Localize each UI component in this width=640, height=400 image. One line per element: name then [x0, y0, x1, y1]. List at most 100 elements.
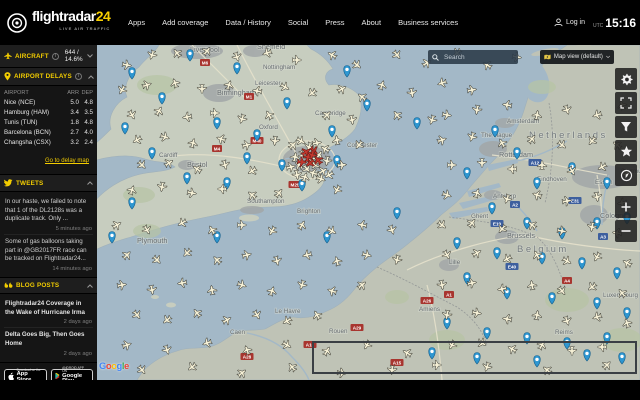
- svg-text:A29: A29: [353, 326, 362, 331]
- road-badge: A26: [421, 297, 434, 304]
- svg-text:A4: A4: [564, 279, 570, 284]
- chevron-down-icon: [87, 54, 93, 58]
- bottom-bar: [0, 380, 640, 400]
- zoom-in-button[interactable]: [615, 196, 637, 218]
- bookmarks-button[interactable]: [615, 140, 637, 162]
- funnel-icon: [620, 121, 632, 133]
- road-badge: A3: [598, 233, 608, 240]
- island: [151, 295, 159, 299]
- blog-post-item[interactable]: Flightradar24 Coverage in the Wake of Hu…: [4, 297, 93, 328]
- map-canvas: LiverpoolSheffieldNottinghamLeicesterBir…: [97, 45, 640, 380]
- tweet-item[interactable]: Some of gas balloons taking part in @GB2…: [4, 235, 93, 274]
- delays-table-body: Nice (NCE)5.04.8Hamburg (HAM)3.43.5Tunis…: [4, 97, 93, 147]
- svg-text:A3: A3: [600, 235, 606, 240]
- city-label: Caen: [230, 329, 246, 336]
- google-play-badge[interactable]: ANDROID APP ON Google Play: [51, 369, 94, 380]
- road-badge: M6: [200, 59, 210, 66]
- search-input[interactable]: [442, 53, 512, 62]
- svg-text:M4: M4: [214, 147, 221, 152]
- twitter-bird-icon: [4, 179, 13, 187]
- road-badge: M4: [212, 145, 222, 152]
- timestamp: 14 minutes ago: [5, 266, 92, 272]
- blog-post-item[interactable]: Delta Goes Big, Then Goes Home2 days ago: [4, 328, 93, 358]
- app-store-badge[interactable]: Download on the App Store: [4, 369, 47, 380]
- search-box: [428, 50, 518, 64]
- delay-row[interactable]: Changsha (CSX)3.22.4: [4, 137, 93, 147]
- menu-press[interactable]: Press: [325, 18, 344, 27]
- info-icon[interactable]: i: [75, 73, 82, 80]
- city-label: Ghent: [471, 213, 488, 220]
- play-icon: [55, 372, 61, 380]
- airport-delays-header[interactable]: AIRPORT DELAYS i: [0, 68, 97, 86]
- brand-tagline: LIVE AIR TRAFFIC: [32, 23, 110, 35]
- utc-clock: UTC15:16: [593, 16, 636, 30]
- city-label: Cardiff: [159, 152, 178, 159]
- svg-text:E31: E31: [571, 199, 580, 204]
- timestamp: 2 days ago: [5, 319, 92, 325]
- island: [166, 303, 176, 308]
- column-header: DEP: [79, 89, 93, 97]
- delay-row[interactable]: Tunis (TUN)1.84.8: [4, 117, 93, 127]
- tweets-list: In our haste, we failed to note that 1 o…: [0, 192, 97, 278]
- blog-posts-label: BLOG POSTS: [16, 282, 59, 289]
- city-label: Sheffield: [257, 45, 285, 51]
- delay-row[interactable]: Nice (NCE)5.04.8: [4, 97, 93, 107]
- aircraft-icon: [4, 52, 12, 60]
- city-label: Rouen: [329, 328, 348, 335]
- expand-arrows-icon: [620, 97, 632, 109]
- city-label: Southampton: [247, 198, 285, 205]
- go-to-delay-map-link[interactable]: Go to delay map: [45, 158, 89, 164]
- menu-add-coverage[interactable]: Add coverage: [162, 18, 208, 27]
- fullscreen-button[interactable]: [615, 92, 637, 114]
- menu-social[interactable]: Social: [288, 18, 308, 27]
- timestamp: 2 days ago: [5, 351, 92, 357]
- city-label: Reims: [555, 329, 573, 336]
- map-view-icon: [544, 53, 551, 61]
- chevron-down-icon: [606, 55, 610, 59]
- user-icon: [554, 18, 563, 27]
- brand-logo[interactable]: flightradar24 LIVE AIR TRAFFIC: [6, 10, 110, 35]
- compass-icon: [620, 169, 633, 182]
- delay-row[interactable]: Hamburg (HAM)3.43.5: [4, 107, 93, 117]
- map-area[interactable]: LiverpoolSheffieldNottinghamLeicesterBir…: [97, 45, 640, 380]
- city-label: Brussels: [507, 231, 535, 240]
- topbar-menu: Apps Add coverage Data / History Social Pres…: [128, 0, 458, 45]
- menu-apps[interactable]: Apps: [128, 18, 145, 27]
- info-icon[interactable]: i: [52, 53, 59, 60]
- map-view-selector[interactable]: Map view (default): [540, 50, 614, 64]
- road-badge: A2: [510, 201, 520, 208]
- compass-button[interactable]: [615, 164, 637, 186]
- menu-business-services[interactable]: Business services: [398, 18, 458, 27]
- filter-button[interactable]: [615, 116, 637, 138]
- zoom-out-button[interactable]: [615, 220, 637, 242]
- aircraft-counter-row[interactable]: AIRCRAFT i 644 / 14.6%: [0, 45, 97, 68]
- app-store-label: App Store: [17, 372, 43, 380]
- delay-row[interactable]: Barcelona (BCN)2.74.0: [4, 127, 93, 137]
- delays-table-header: AIRPORTARRDEP: [4, 89, 93, 97]
- road-badge: E19: [491, 220, 504, 227]
- star-icon: [620, 145, 633, 158]
- city-label: Nottingham: [263, 64, 295, 71]
- menu-about[interactable]: About: [361, 18, 381, 27]
- apple-icon: [8, 372, 15, 380]
- tweet-item[interactable]: In our haste, we failed to note that 1 o…: [4, 195, 93, 235]
- svg-text:A12: A12: [531, 161, 540, 166]
- svg-text:A2: A2: [512, 203, 518, 208]
- google-logo: Google: [99, 361, 129, 372]
- column-header: ARR: [65, 89, 79, 97]
- blog-posts-header[interactable]: BLOG POSTS: [0, 278, 97, 294]
- menu-data-history[interactable]: Data / History: [225, 18, 270, 27]
- svg-text:A26: A26: [423, 299, 432, 304]
- road-badge: A4: [562, 277, 572, 284]
- flightradar24-app: flightradar24 LIVE AIR TRAFFIC Apps Add c…: [0, 0, 640, 400]
- gear-icon: [620, 73, 633, 86]
- tweets-header[interactable]: TWEETS: [0, 175, 97, 192]
- blog-posts-list: Flightradar24 Coverage in the Wake of Hu…: [0, 294, 97, 363]
- road-badge: E40: [506, 263, 519, 270]
- login-button[interactable]: Log in: [554, 18, 585, 27]
- selection-rectangle[interactable]: [312, 341, 637, 374]
- minus-icon: [620, 225, 632, 237]
- settings-button[interactable]: [615, 68, 637, 90]
- plus-icon: [620, 201, 632, 213]
- city-label: Oxford: [259, 124, 278, 131]
